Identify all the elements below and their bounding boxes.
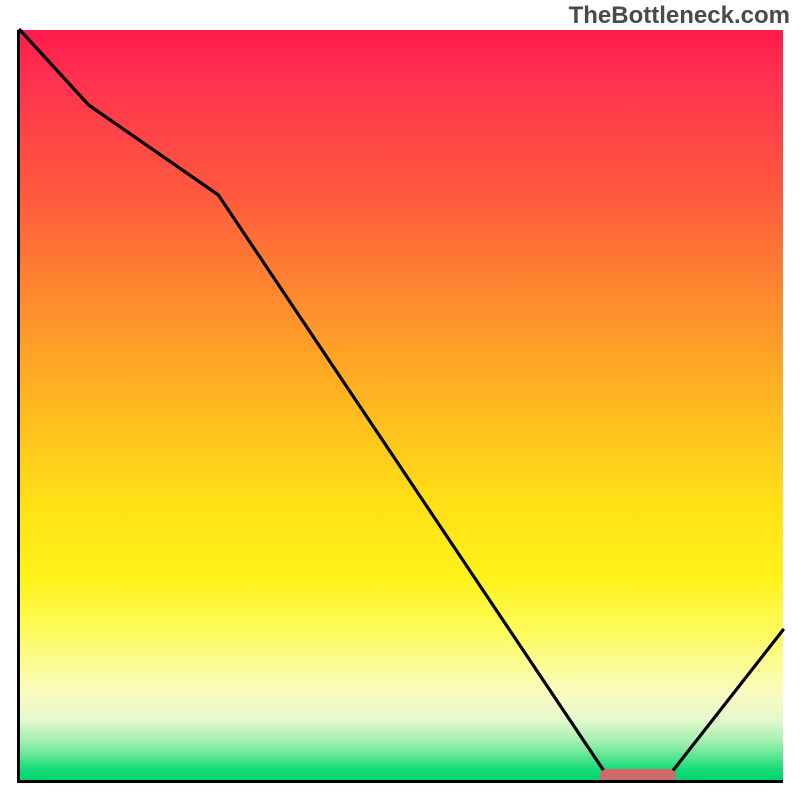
chart-container: TheBottleneck.com	[0, 0, 800, 800]
chart-axes	[17, 30, 783, 783]
watermark-text: TheBottleneck.com	[569, 2, 790, 30]
